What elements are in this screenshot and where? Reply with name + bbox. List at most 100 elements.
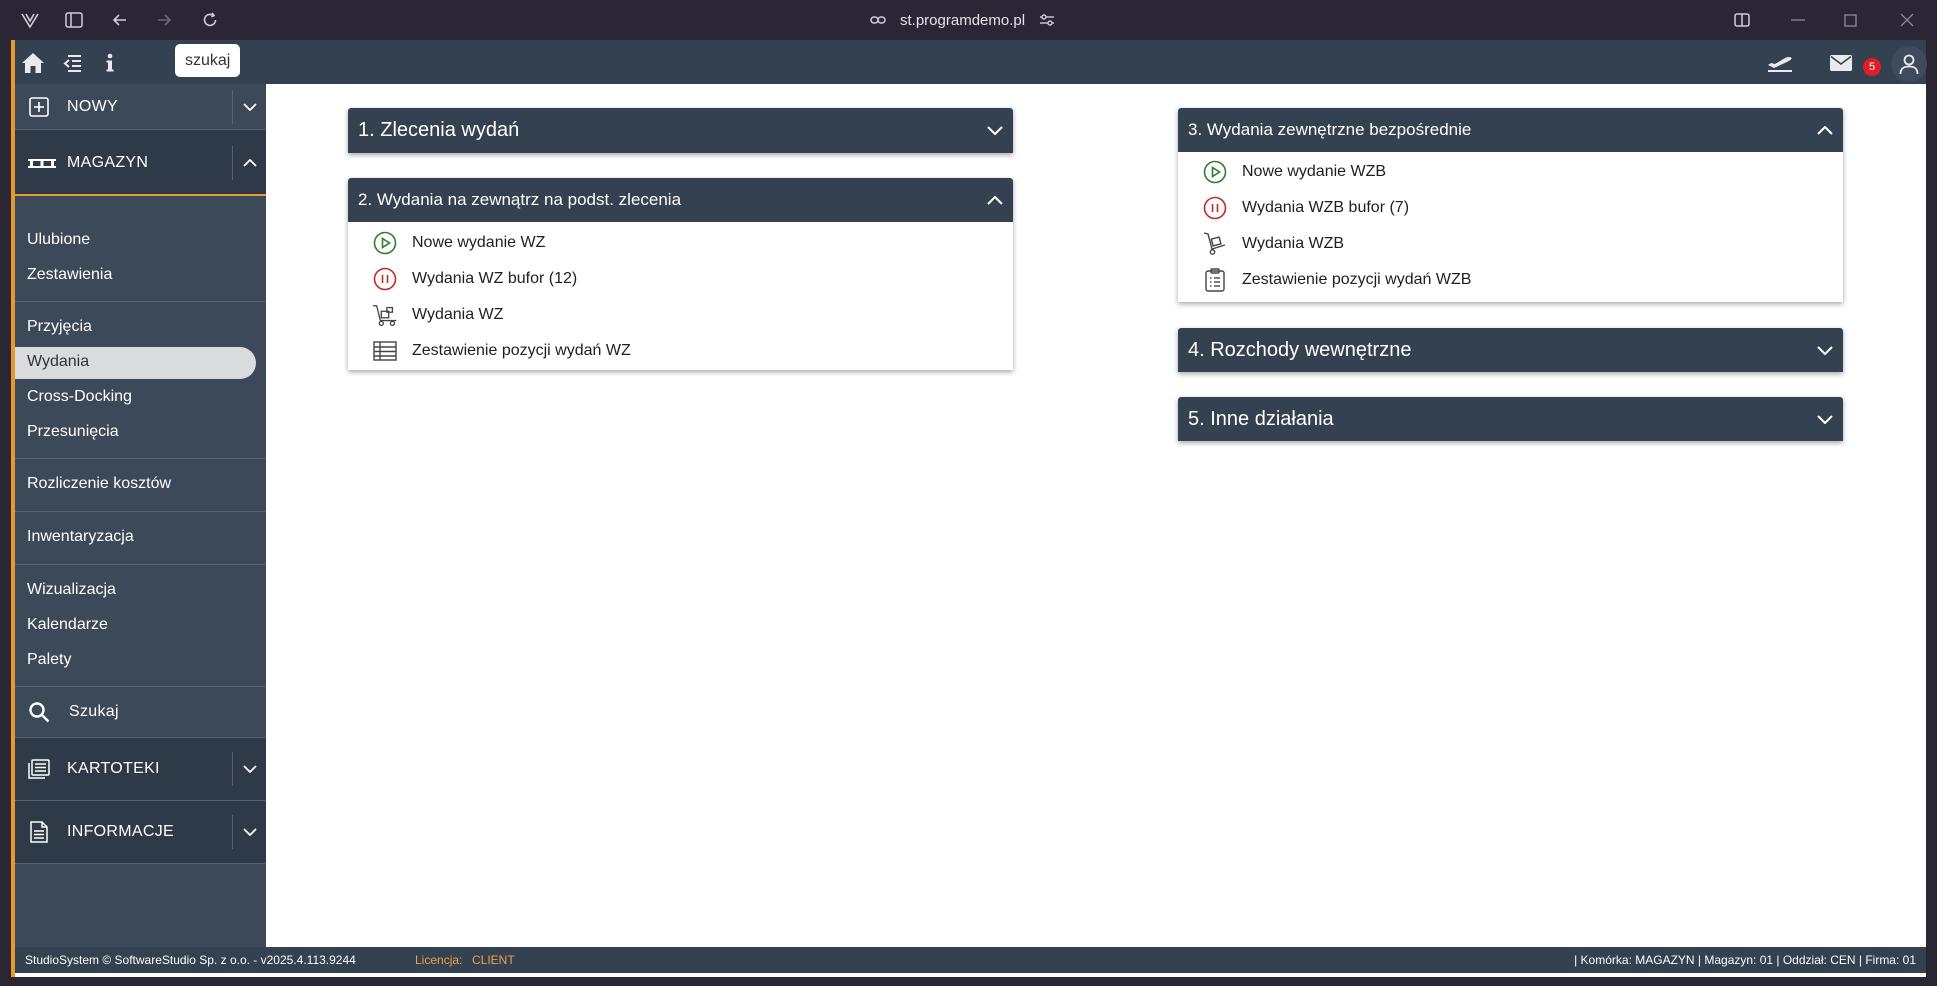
catalog-icon	[27, 757, 51, 781]
sidebar-item-szukaj[interactable]: Szukaj	[15, 688, 266, 736]
panel-header[interactable]: 2. Wydania na zewnątrz na podst. zleceni…	[348, 178, 1013, 222]
panel-item-label: Wydania WZB bufor (7)	[1242, 199, 1410, 216]
panel-zlecenia-wydan: 1. Zlecenia wydań	[348, 108, 1013, 153]
sidebar-item-inwentaryzacja[interactable]: Inwentaryzacja	[27, 528, 134, 546]
sidebar-item-kalendarze[interactable]: Kalendarze	[27, 616, 108, 634]
sidebar-item-zestawienia[interactable]: Zestawienia	[27, 266, 112, 284]
sidebar-item-crossdocking[interactable]: Cross-Docking	[27, 388, 132, 406]
chevron-down-icon[interactable]	[985, 121, 1005, 141]
sidebar-section-label: INFORMACJE	[67, 823, 174, 840]
sidebar-section-magazyn[interactable]: MAGAZYN	[15, 130, 266, 196]
chevron-up-icon[interactable]	[1815, 120, 1835, 140]
sidebar-item-wydania[interactable]: Wydania	[27, 353, 89, 371]
sidebar-divider	[15, 511, 266, 512]
sidebar: NOWY MAGAZYN Ulubione Zestawienia Przyję…	[15, 84, 266, 947]
panel-item-label: Nowe wydanie WZB	[1242, 163, 1387, 180]
home-icon[interactable]	[20, 50, 46, 76]
document-icon	[27, 820, 51, 844]
sidebar-divider	[15, 686, 266, 687]
user-icon	[1899, 54, 1919, 75]
panel-wydania-na-zewnatrz: 2. Wydania na zewnątrz na podst. zleceni…	[348, 178, 1013, 370]
user-avatar[interactable]	[1891, 46, 1927, 82]
mail-icon[interactable]	[1827, 50, 1855, 76]
search-button[interactable]: szukaj	[175, 44, 241, 77]
panel-item-label: Wydania WZ	[412, 306, 504, 323]
sidebar-section-kartoteki[interactable]: KARTOTEKI	[15, 738, 266, 800]
sidebar-section-nowy[interactable]: NOWY	[15, 90, 266, 124]
copyright-text: StudioSystem © SoftwareStudio Sp. z o.o.…	[25, 953, 356, 967]
forward-icon[interactable]	[152, 8, 176, 32]
chevron-up-icon[interactable]	[985, 190, 1005, 210]
status-info: | Komórka: MAGAZYN | Magazyn: 01 | Oddzi…	[1574, 953, 1916, 967]
chevron-down-icon[interactable]	[232, 752, 266, 786]
sidebar-item-rozliczenie[interactable]: Rozliczenie kosztów	[27, 475, 171, 493]
browser-logo-icon[interactable]	[18, 8, 42, 32]
address-bar[interactable]: st.programdemo.pl	[870, 8, 1055, 32]
plane-departure-icon[interactable]	[1765, 50, 1795, 76]
sidebar-section-informacje[interactable]: INFORMACJE	[15, 801, 266, 863]
sidebar-section-label: MAGAZYN	[67, 154, 149, 171]
panel-item-nowe-wydanie-wz[interactable]: Nowe wydanie WZ	[372, 228, 545, 258]
sidebar-toggle-icon[interactable]	[62, 8, 86, 32]
maximize-icon[interactable]	[1838, 8, 1862, 32]
chevron-up-icon[interactable]	[232, 146, 266, 180]
status-bar: StudioSystem © SoftwareStudio Sp. z o.o.…	[15, 947, 1926, 973]
panel-item-label: Zestawienie pozycji wydań WZB	[1242, 271, 1472, 288]
panel-rozchody-wewnetrzne: 4. Rozchody wewnętrzne	[1178, 328, 1843, 372]
sidebar-item-palety[interactable]: Palety	[27, 651, 71, 669]
panel-header[interactable]: 1. Zlecenia wydań	[348, 108, 1013, 153]
play-circle-icon	[1202, 159, 1228, 185]
play-circle-icon	[372, 230, 398, 256]
panel-title: 4. Rozchody wewnętrzne	[1188, 338, 1412, 361]
panel-item-wydania-wzb[interactable]: Wydania WZB	[1202, 229, 1344, 259]
panel-wydania-zewnetrzne-bezposrednie: 3. Wydania zewnętrzne bezpośrednie Nowe …	[1178, 108, 1843, 302]
panel-title: 1. Zlecenia wydań	[358, 119, 520, 141]
sidebar-item-przyjecia[interactable]: Przyjęcia	[27, 318, 92, 336]
sidebar-item-ulubione[interactable]: Ulubione	[27, 231, 90, 249]
panel-header[interactable]: 5. Inne działania	[1178, 397, 1843, 441]
site-settings-icon[interactable]	[1039, 13, 1055, 27]
info-icon[interactable]	[97, 50, 123, 76]
browser-toolbar: st.programdemo.pl	[0, 0, 1937, 40]
panel-inne-dzialania: 5. Inne działania	[1178, 397, 1843, 441]
plus-square-icon	[27, 95, 51, 119]
panel-item-label: Nowe wydanie WZ	[412, 234, 546, 251]
chevron-down-icon[interactable]	[1815, 340, 1835, 360]
split-view-icon[interactable]	[1730, 8, 1754, 32]
mail-count-badge: 5	[1863, 58, 1881, 76]
sidebar-item-wizualizacja[interactable]: Wizualizacja	[27, 581, 116, 599]
panel-item-wydania-wz[interactable]: Wydania WZ	[372, 300, 503, 330]
reload-icon[interactable]	[198, 8, 222, 32]
search-icon	[27, 700, 51, 724]
sidebar-divider	[15, 863, 266, 864]
sidebar-divider	[15, 458, 266, 459]
panel-title: 5. Inne działania	[1188, 407, 1334, 430]
chevron-down-icon[interactable]	[1815, 409, 1835, 429]
license-label: Licencja:	[415, 953, 463, 967]
back-icon[interactable]	[108, 8, 132, 32]
chevron-down-icon[interactable]	[232, 90, 266, 124]
sidebar-section-label: KARTOTEKI	[67, 760, 160, 777]
close-icon[interactable]	[1895, 8, 1919, 32]
collapse-menu-icon[interactable]	[59, 50, 85, 76]
search-label: szukaj	[185, 51, 231, 69]
panel-item-wydania-wz-bufor[interactable]: Wydania WZ bufor (12)	[372, 264, 577, 294]
sidebar-divider	[15, 301, 266, 302]
sidebar-divider	[15, 564, 266, 565]
panel-item-wydania-wzb-bufor[interactable]: Wydania WZB bufor (7)	[1202, 193, 1409, 223]
hand-truck-icon	[372, 302, 398, 328]
panel-item-zestawienie-pozycji-wz[interactable]: Zestawienie pozycji wydań WZ	[372, 336, 631, 366]
panel-item-zestawienie-pozycji-wzb[interactable]: Zestawienie pozycji wydań WZB	[1202, 265, 1471, 295]
url-text: st.programdemo.pl	[900, 11, 1026, 29]
pause-circle-icon	[1202, 195, 1228, 221]
minimize-icon[interactable]	[1786, 8, 1810, 32]
chevron-down-icon[interactable]	[232, 815, 266, 849]
sidebar-item-przesuniecia[interactable]: Przesunięcia	[27, 423, 119, 441]
panel-header[interactable]: 4. Rozchody wewnętrzne	[1178, 328, 1843, 372]
panel-title: 2. Wydania na zewnątrz na podst. zleceni…	[358, 190, 682, 209]
panel-title: 3. Wydania zewnętrzne bezpośrednie	[1188, 120, 1472, 139]
panel-item-label: Wydania WZB	[1242, 235, 1345, 252]
panel-header[interactable]: 3. Wydania zewnętrzne bezpośrednie	[1178, 108, 1843, 152]
panel-item-nowe-wydanie-wzb[interactable]: Nowe wydanie WZB	[1202, 157, 1386, 187]
app-topbar: szukaj 5	[15, 40, 1927, 84]
